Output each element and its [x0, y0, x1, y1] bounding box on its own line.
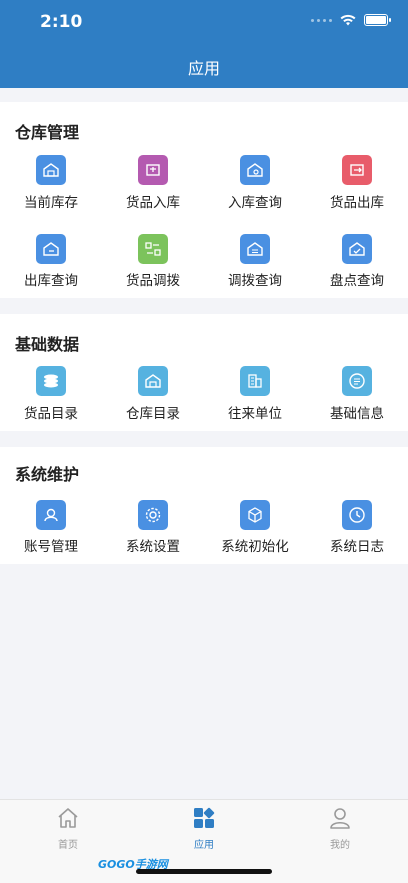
home-indicator — [136, 869, 272, 874]
section-title: 系统维护 — [15, 465, 80, 484]
app-item-label: 系统设置 — [126, 539, 180, 555]
app-item-label: 货品目录 — [24, 406, 78, 422]
battery-icon — [364, 14, 391, 26]
transfer-search-icon — [240, 234, 270, 264]
goods-in-icon — [138, 155, 168, 185]
home-icon — [58, 808, 78, 828]
app-item-label: 出库查询 — [24, 273, 78, 289]
gear-icon — [138, 500, 168, 530]
stack-icon — [36, 366, 66, 396]
app-item-label: 盘点查询 — [330, 273, 384, 289]
outbound-search-icon — [36, 234, 66, 264]
info-list-icon — [342, 366, 372, 396]
wifi-icon — [340, 14, 356, 26]
status-time: 2:10 — [40, 12, 83, 32]
building-icon — [240, 366, 270, 396]
app-item-label: 往来单位 — [228, 406, 282, 422]
app-item-label: 系统日志 — [330, 539, 384, 555]
section-warehouse: 仓库管理 当前库存 货品入库 入库查询 货品出库出库查询 货品调拨 调拨查询 盘点查询 — [0, 102, 408, 298]
app-item-label: 基础信息 — [330, 406, 384, 422]
app-item-label: 货品出库 — [330, 195, 384, 211]
warehouse-search-icon — [240, 155, 270, 185]
goods-out-icon — [342, 155, 372, 185]
app-item-label: 货品入库 — [126, 195, 180, 211]
app-item-label: 当前库存 — [24, 195, 78, 211]
app-header: 2:10 应用 — [0, 0, 408, 88]
warehouse-icon — [36, 155, 66, 185]
account-icon — [36, 500, 66, 530]
inventory-check-icon — [342, 234, 372, 264]
app-item-label: 账号管理 — [24, 539, 78, 555]
tab-home[interactable]: 首页 — [38, 806, 98, 851]
app-item-label: 入库查询 — [228, 195, 282, 211]
status-icons — [311, 14, 391, 26]
signal-icon — [311, 18, 332, 22]
section-title: 仓库管理 — [15, 123, 80, 142]
apps-icon — [194, 807, 215, 828]
app-item-label: 仓库目录 — [126, 406, 180, 422]
section-title: 基础数据 — [15, 335, 80, 354]
cube-icon — [240, 500, 270, 530]
transfer-icon — [138, 234, 168, 264]
tab-apps[interactable]: 应用 — [174, 806, 234, 851]
app-item-label: 货品调拨 — [126, 273, 180, 289]
user-icon — [330, 808, 350, 829]
section-basic-data: 基础数据 货品目录 仓库目录 往来单位 基础信息 — [0, 314, 408, 431]
clock-icon — [342, 500, 372, 530]
app-item-label: 系统初始化 — [221, 539, 289, 555]
app-item-label: 调拨查询 — [228, 273, 282, 289]
tab-mine[interactable]: 我的 — [310, 806, 370, 851]
section-system: 系统维护 账号管理 系统设置 系统初始化 系统日志 — [0, 447, 408, 564]
warehouse-list-icon — [138, 366, 168, 396]
page-title: 应用 — [187, 59, 220, 78]
